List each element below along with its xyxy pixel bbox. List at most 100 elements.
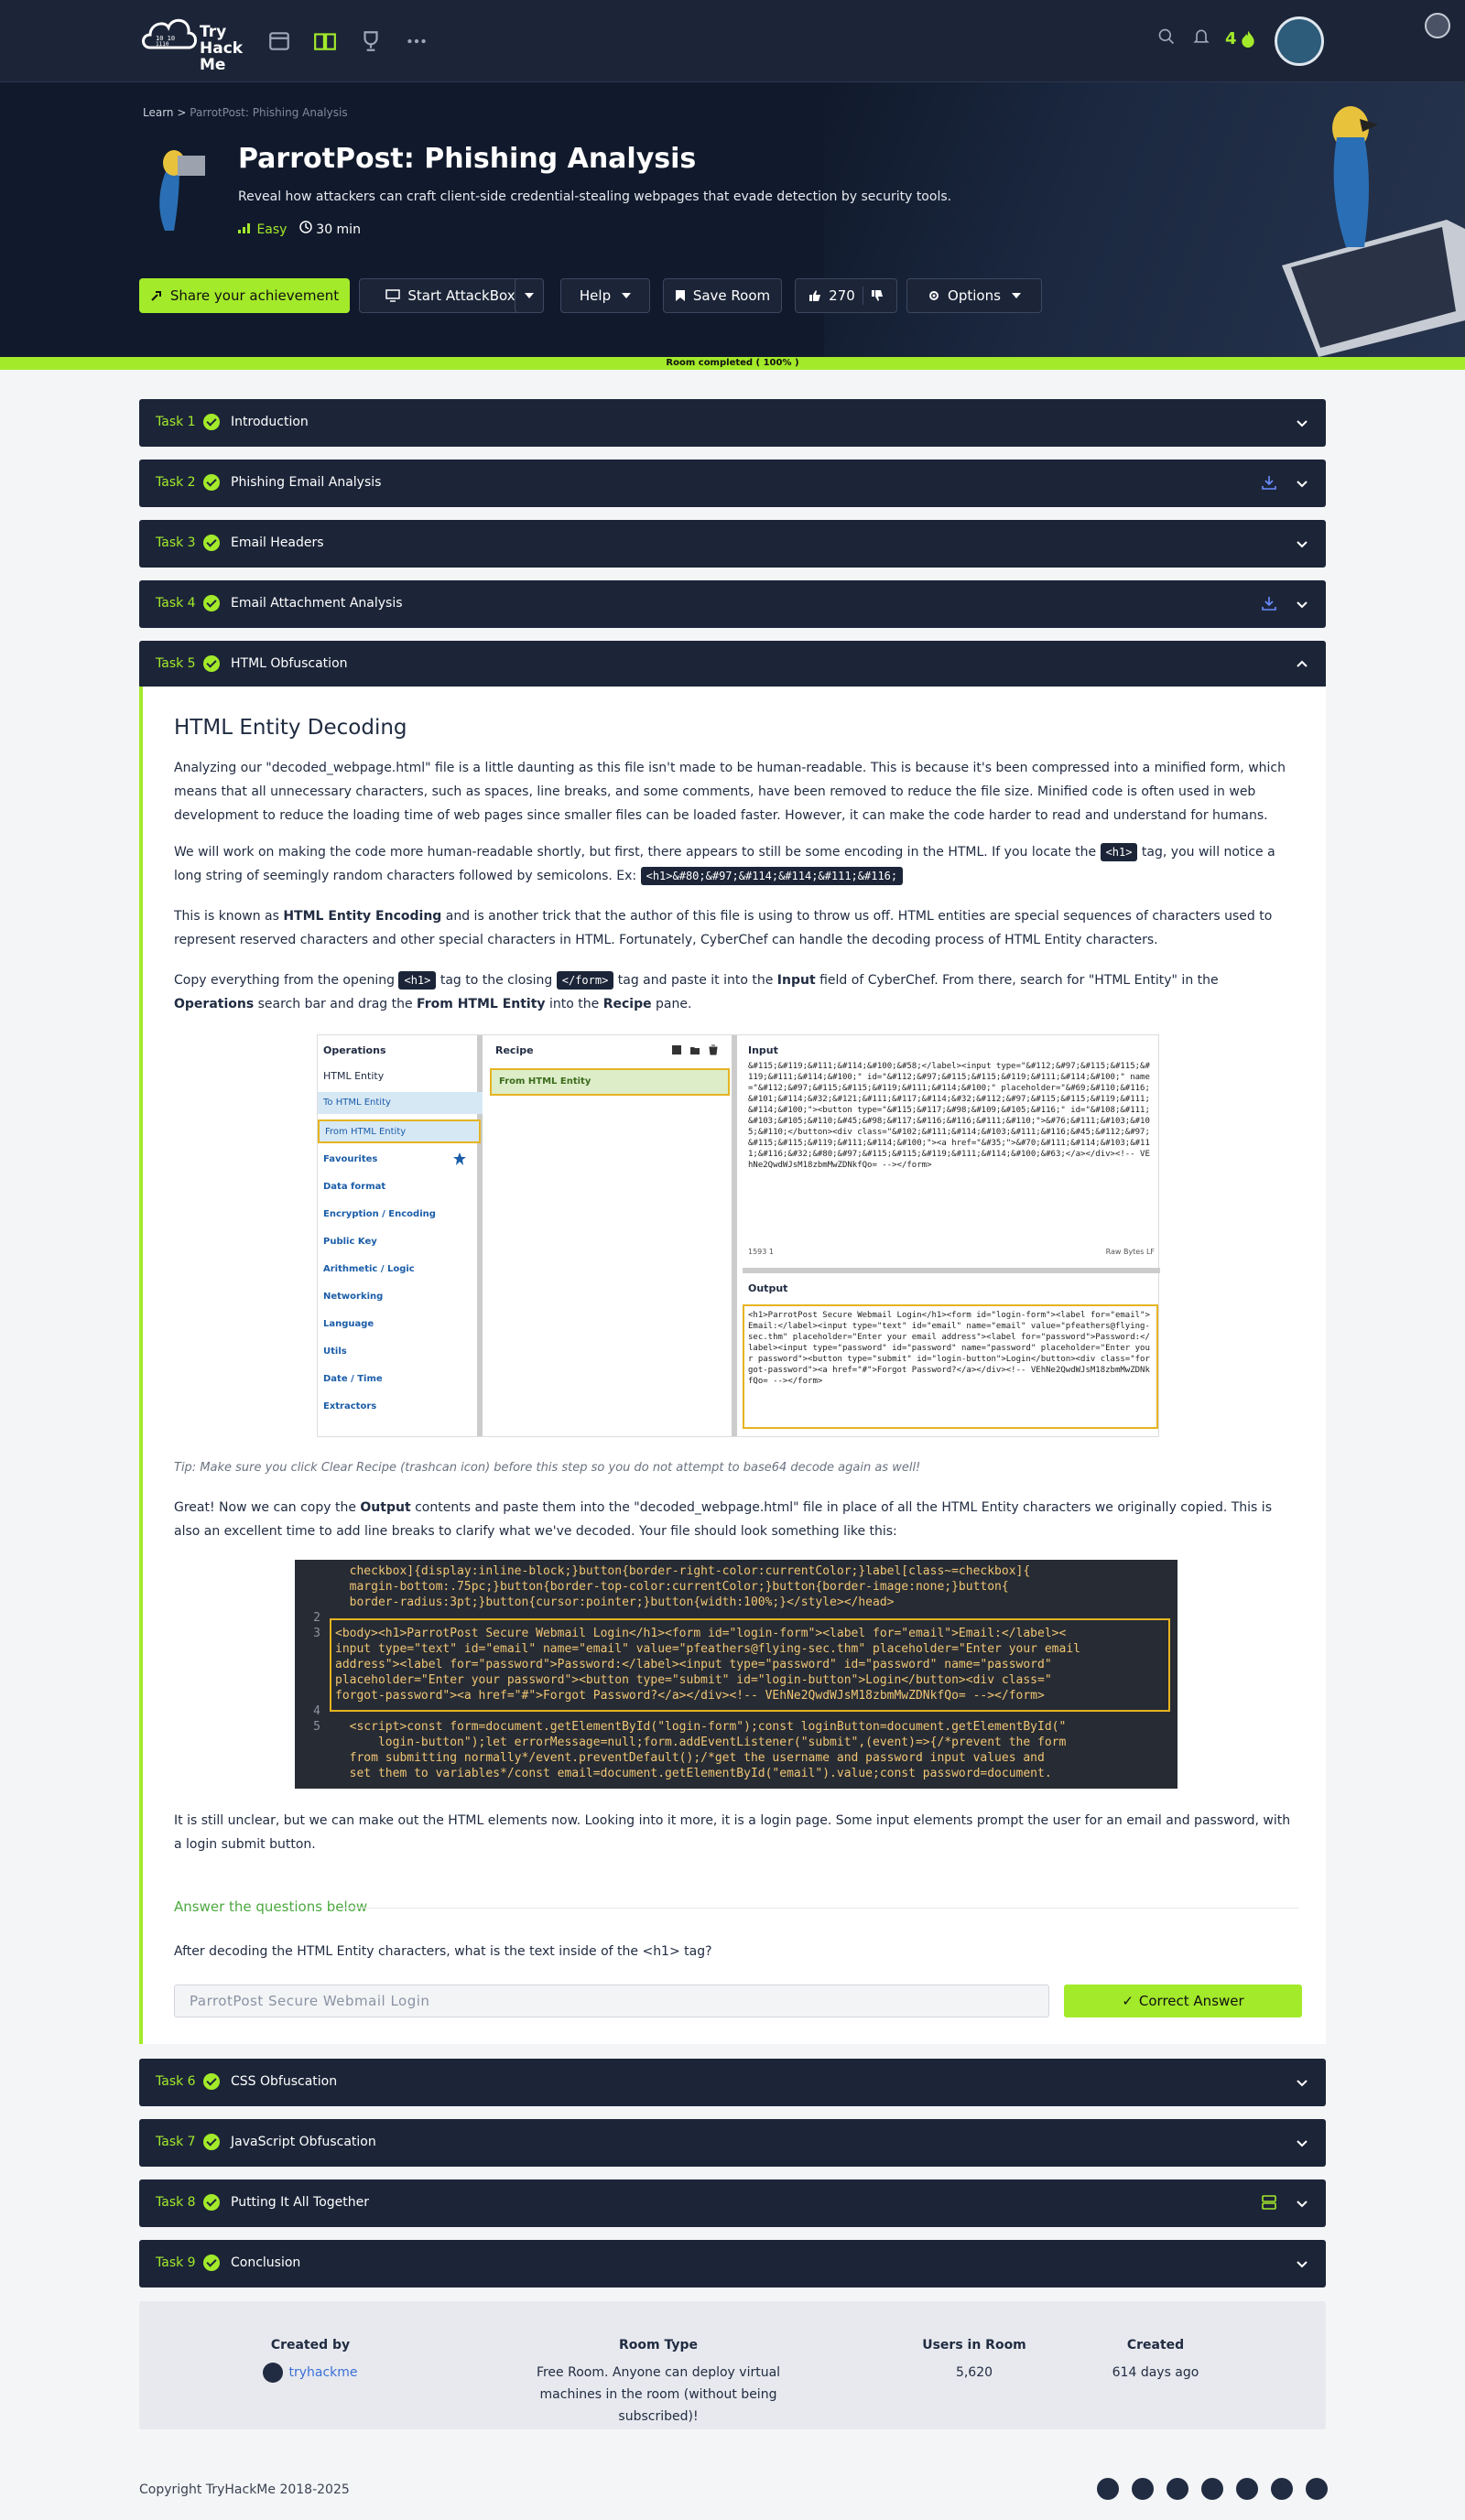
options-button[interactable]: Options <box>906 278 1042 313</box>
bell-icon[interactable] <box>1192 27 1210 46</box>
breadcrumb-current: ParrotPost: Phishing Analysis <box>190 106 348 119</box>
creator-link[interactable]: tryhackme <box>223 2362 397 2384</box>
question-text: After decoding the HTML Entity character… <box>174 1944 712 1959</box>
task-5-content: HTML Entity Decoding Analyzing our "deco… <box>139 687 1326 2044</box>
code-text: set them to variables*/const email=docum… <box>335 1767 1052 1780</box>
save-icon <box>672 1045 681 1055</box>
share-achievement-button[interactable]: Share your achievement <box>139 278 350 313</box>
code-line: checkbox]{display:inline-block;}button{b… <box>295 1563 1177 1579</box>
code-line: set them to variables*/const email=docum… <box>295 1766 1177 1781</box>
op-encryption: Encryption / Encoding <box>323 1209 436 1219</box>
chevron-down-icon <box>1297 481 1308 488</box>
code-text: login-button");let errorMessage=null;for… <box>335 1736 1067 1749</box>
share-label: Share your achievement <box>169 287 340 304</box>
room-icon[interactable] <box>267 29 291 53</box>
completed-check-icon <box>203 2073 220 2090</box>
task-number: Task 6 <box>156 2074 196 2089</box>
task-2-header[interactable]: Task 2 Phishing Email Analysis <box>139 460 1326 507</box>
text: into the <box>545 997 603 1011</box>
avatar[interactable] <box>1275 16 1324 66</box>
difficulty-icon <box>238 223 250 233</box>
breadcrumb-learn[interactable]: Learn <box>143 106 174 119</box>
task-6-header[interactable]: Task 6 CSS Obfuscation <box>139 2059 1326 2106</box>
server-icon[interactable] <box>1260 2193 1278 2212</box>
task-3-header[interactable]: Task 3 Email Headers <box>139 520 1326 568</box>
created-column: Created 614 days ago <box>1082 2334 1229 2384</box>
room-progress-bar: Room completed ( 100% ) <box>0 357 1465 370</box>
youtube-icon[interactable] <box>1236 2478 1258 2500</box>
operations-pane: Operations HTML Entity To HTML Entity Fr… <box>318 1035 483 1436</box>
code-line: 5 <script>const form=document.getElement… <box>295 1719 1177 1735</box>
cloud-logo-icon: 10 10 1110 <box>142 18 197 49</box>
code-screenshot: checkbox]{display:inline-block;}button{b… <box>295 1560 1177 1789</box>
caret-down-icon <box>525 293 534 298</box>
answer-input[interactable]: ParrotPost Secure Webmail Login <box>174 1985 1049 2017</box>
op-public-key: Public Key <box>323 1237 377 1247</box>
creator-name[interactable]: tryhackme <box>288 2365 357 2380</box>
facebook-icon[interactable] <box>1201 2478 1223 2500</box>
created-by-column: Created by tryhackme <box>223 2334 397 2384</box>
thumbs-up-icon[interactable] <box>808 289 821 302</box>
flame-icon <box>1242 30 1254 48</box>
paragraph: It is still unclear, but we can make out… <box>174 1813 1291 1852</box>
task-7-header[interactable]: Task 7 JavaScript Obfuscation <box>139 2119 1326 2167</box>
save-room-button[interactable]: Save Room <box>663 278 782 313</box>
recipe-item: From HTML Entity <box>490 1068 730 1096</box>
more-icon[interactable] <box>405 29 429 53</box>
creator-avatar <box>263 2363 284 2383</box>
output-title: Output <box>748 1282 788 1294</box>
instagram-icon[interactable] <box>1271 2478 1293 2500</box>
attackbox-dropdown-button[interactable] <box>515 278 544 313</box>
text: field of CyberChef. From there, search f… <box>815 973 1219 988</box>
discord-icon[interactable] <box>1167 2478 1188 2500</box>
text-bold: Input <box>776 973 816 988</box>
inline-code: </form> <box>556 971 614 990</box>
completed-check-icon <box>203 535 220 551</box>
text: tag and paste it into the <box>613 973 777 988</box>
answer-heading: Answer the questions below <box>174 1898 368 1915</box>
toggle-circle[interactable] <box>1425 13 1450 38</box>
thumbs-down-icon[interactable] <box>871 289 884 302</box>
book-icon[interactable] <box>313 29 337 53</box>
help-label: Help <box>579 287 612 304</box>
linkedin-icon[interactable] <box>1132 2478 1154 2500</box>
completed-check-icon <box>203 655 220 672</box>
caret-down-icon <box>622 293 632 298</box>
download-icon[interactable] <box>1260 594 1278 612</box>
task-number: Task 8 <box>156 2195 196 2210</box>
cyberchef-screenshot: Operations HTML Entity To HTML Entity Fr… <box>317 1034 1160 1437</box>
completed-check-icon <box>203 414 220 430</box>
text: tag to the closing <box>436 973 557 988</box>
task-4-header[interactable]: Task 4 Email Attachment Analysis <box>139 580 1326 628</box>
text-bold: Output <box>360 1500 411 1515</box>
task-5-header[interactable]: Task 5 HTML Obfuscation <box>139 641 1326 688</box>
text: search bar and drag the <box>254 997 418 1011</box>
paragraph: This is known as HTML Entity Encoding an… <box>174 904 1300 952</box>
operations-title: Operations <box>323 1044 386 1056</box>
search-icon[interactable] <box>1157 27 1176 46</box>
paragraph: We will work on making the code more hum… <box>174 840 1300 888</box>
streak-count[interactable]: 4 <box>1225 29 1237 49</box>
pinterest-icon[interactable] <box>1306 2478 1328 2500</box>
task-9-header[interactable]: Task 9 Conclusion <box>139 2240 1326 2287</box>
divider <box>339 1908 1298 1909</box>
code-line: from submitting normally*/event.preventD… <box>295 1750 1177 1766</box>
line-number: 2 <box>313 1611 320 1625</box>
trophy-icon[interactable] <box>359 29 383 53</box>
tryhackme-logo[interactable]: 10 10 1110 Try Hack Me <box>139 9 249 73</box>
chevron-down-icon <box>1297 420 1308 427</box>
share-icon <box>151 291 161 301</box>
download-icon[interactable] <box>1260 473 1278 492</box>
x-icon[interactable] <box>1097 2478 1119 2500</box>
task-8-header[interactable]: Task 8 Putting It All Together <box>139 2179 1326 2227</box>
task-1-header[interactable]: Task 1 Introduction <box>139 399 1326 447</box>
room-type-label: Room Type <box>618 2338 698 2352</box>
op-utils: Utils <box>323 1347 347 1357</box>
correct-answer-button[interactable]: ✓ Correct Answer <box>1064 1985 1302 2017</box>
task-title: Putting It All Together <box>231 2195 369 2210</box>
inline-code: <h1> <box>398 971 437 990</box>
correct-answer-label: Correct Answer <box>1138 1993 1244 2009</box>
code-line: border-radius:3pt;}button{cursor:pointer… <box>295 1595 1177 1610</box>
help-button[interactable]: Help <box>560 278 650 313</box>
difficulty-label: Easy <box>256 222 288 237</box>
